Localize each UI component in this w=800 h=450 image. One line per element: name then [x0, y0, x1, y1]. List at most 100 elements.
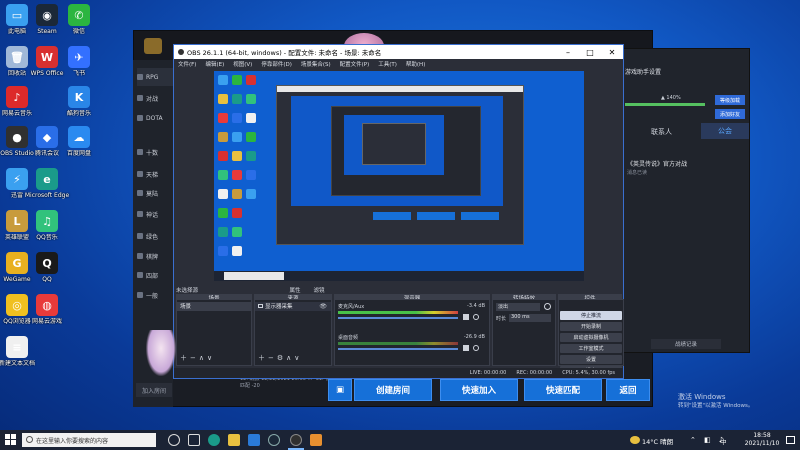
menu-item[interactable]: 视图(V) — [233, 60, 252, 68]
game-nav-item[interactable]: 棋牌 — [137, 247, 173, 265]
volume-slider[interactable] — [338, 348, 458, 350]
speaker-icon[interactable] — [463, 314, 469, 320]
desktop-icon[interactable]: ✈ 飞书 — [54, 46, 104, 77]
weather-text[interactable]: 14°C 晴朗 — [642, 436, 673, 446]
game-nav-item[interactable]: 天梯 — [137, 165, 173, 183]
control-button[interactable]: 开始录制 — [560, 322, 622, 331]
transition-select[interactable]: 淡出 — [496, 303, 540, 311]
preview-app-icon — [232, 113, 242, 123]
control-button[interactable]: 启动虚拟摄像机 — [560, 333, 622, 342]
desktop-icon-label: 网易云音乐 — [1, 110, 32, 117]
control-button[interactable]: 工作室模式 — [560, 344, 622, 353]
menu-item[interactable]: 配置文件(P) — [340, 60, 370, 68]
nav-icon — [137, 233, 143, 239]
control-button[interactable]: 设置 — [560, 355, 622, 364]
close-icon[interactable]: ✕ — [601, 45, 623, 59]
preview-app-icon — [218, 151, 228, 161]
duration-input[interactable]: 300 ms — [509, 314, 551, 322]
preview-app-icon — [232, 189, 242, 199]
nav-icon — [137, 95, 143, 101]
cpu-status: CPU: 5.4%, 30.00 fps — [562, 370, 615, 376]
desktop-icon[interactable]: ☁ 百度网盘 — [54, 126, 104, 157]
clock[interactable]: 18:58 2021/11/10 — [742, 432, 782, 448]
desktop-icon[interactable]: ≡ 新建文本文档 — [0, 336, 42, 367]
store-icon[interactable] — [248, 434, 260, 446]
volume-meter — [338, 342, 458, 345]
live-status: LIVE: 00:00:00 — [469, 370, 507, 376]
game-nav-item[interactable]: 十数 — [137, 143, 173, 161]
preview-app-icon — [246, 75, 256, 85]
nested-game-btn — [373, 212, 411, 220]
join-room-button[interactable]: 加入房间 — [136, 383, 172, 397]
cortana-icon[interactable] — [168, 434, 180, 446]
preview-app-icon — [218, 246, 228, 256]
menu-item[interactable]: 文件(F) — [178, 60, 196, 68]
minimize-icon[interactable]: – — [557, 45, 579, 59]
visibility-icon[interactable]: 👁 — [319, 303, 327, 310]
taskbar-search-input[interactable]: 在这里输入你要搜索的内容 — [22, 433, 156, 447]
desktop-icon-label: 酷狗音乐 — [66, 110, 91, 117]
menu-item[interactable]: 帮助(H) — [406, 60, 425, 68]
source-toolbar[interactable]: ＋−⚙∧∨ — [258, 353, 302, 363]
desktop-icon[interactable]: ✆ 微信 — [54, 4, 104, 35]
desktop-icon[interactable]: ♪ 网易云音乐 — [0, 86, 42, 117]
obs-statusbar: LIVE: 00:00:00 REC: 00:00:00 CPU: 5.4%, … — [174, 368, 623, 378]
edge-icon[interactable] — [208, 434, 220, 446]
preview-app-icon — [218, 189, 228, 199]
game-nav-item[interactable]: 一般 — [137, 286, 173, 304]
mixer-desktop-audio-label: 桌面音频 — [338, 335, 359, 341]
scene-toolbar[interactable]: ＋−∧∨ — [180, 353, 215, 363]
game-taskbar-icon[interactable] — [310, 434, 322, 446]
desktop-icon[interactable]: ♫ QQ音乐 — [22, 210, 72, 241]
obs-preview[interactable] — [214, 71, 584, 281]
menu-item[interactable]: 场景集合(S) — [301, 60, 331, 68]
desktop-icon[interactable]: Q QQ — [22, 252, 72, 283]
obs-window: OBS 26.1.1 (64-bit, windows) - 配置文件: 未命名… — [173, 44, 624, 379]
level-load-button[interactable]: 等级加载 — [715, 95, 745, 105]
add-friend-button[interactable]: 添加好友 — [715, 109, 745, 119]
back-button[interactable]: 返回 — [606, 379, 650, 401]
game-nav-item[interactable]: RPG — [137, 68, 173, 86]
properties-button[interactable]: 属性 — [286, 286, 304, 294]
game-nav-item[interactable]: 绿色 — [137, 227, 173, 245]
tab-guild[interactable]: 公会 — [701, 123, 749, 139]
menu-item[interactable]: 停靠部件(D) — [261, 60, 292, 68]
filters-button[interactable]: 滤镜 — [310, 286, 328, 294]
task-view-icon[interactable] — [188, 434, 200, 446]
nested-obs-3 — [362, 123, 426, 165]
desktop-icon-label: QQ — [42, 276, 52, 283]
tab-friends[interactable]: 联系人 — [651, 127, 672, 137]
gear-icon[interactable] — [473, 314, 479, 320]
ime-indicator[interactable]: 中 — [720, 436, 727, 446]
quick-join-button[interactable]: 快速加入 — [440, 379, 518, 401]
menu-item[interactable]: 工具(T) — [378, 60, 397, 68]
preview-app-icon — [218, 132, 228, 142]
quick-match-button[interactable]: 快速匹配 — [524, 379, 602, 401]
gear-icon[interactable] — [473, 345, 479, 351]
gear-icon[interactable] — [544, 303, 551, 310]
menu-item[interactable]: 编辑(E) — [205, 60, 224, 68]
scene-item[interactable]: 场景 — [177, 302, 251, 311]
notification-icon[interactable] — [786, 436, 795, 444]
steam-icon[interactable] — [268, 434, 280, 446]
start-icon[interactable] — [5, 434, 16, 445]
room-icon[interactable]: ▣ — [328, 379, 352, 401]
game-nav-item[interactable]: 神话 — [137, 205, 173, 223]
game-nav-item[interactable]: 莫陆 — [137, 184, 173, 202]
record-button[interactable]: 战绩记录 — [651, 339, 721, 349]
file-explorer-icon[interactable] — [228, 434, 240, 446]
speaker-icon[interactable] — [463, 345, 469, 351]
desktop-icon[interactable]: ◍ 网易云游戏 — [22, 294, 72, 325]
game-nav-item[interactable]: 对战 — [137, 89, 173, 107]
watermark-line2: 转到"设置"以激活 Windows。 — [678, 403, 754, 409]
create-room-button[interactable]: 创建房间 — [354, 379, 432, 401]
game-nav-item[interactable]: DOTA — [137, 109, 173, 127]
guild-title[interactable]: 《英灵传说》官方对战 — [627, 159, 687, 168]
game-nav-item[interactable]: 四部 — [137, 266, 173, 284]
control-button[interactable]: 停止推流 — [560, 311, 622, 320]
obs-taskbar-icon[interactable] — [290, 434, 302, 446]
volume-slider[interactable] — [338, 317, 458, 319]
desktop-icon[interactable]: K 酷狗音乐 — [54, 86, 104, 117]
maximize-icon[interactable]: □ — [579, 45, 601, 59]
desktop-icon[interactable]: e Microsoft Edge — [22, 168, 72, 199]
